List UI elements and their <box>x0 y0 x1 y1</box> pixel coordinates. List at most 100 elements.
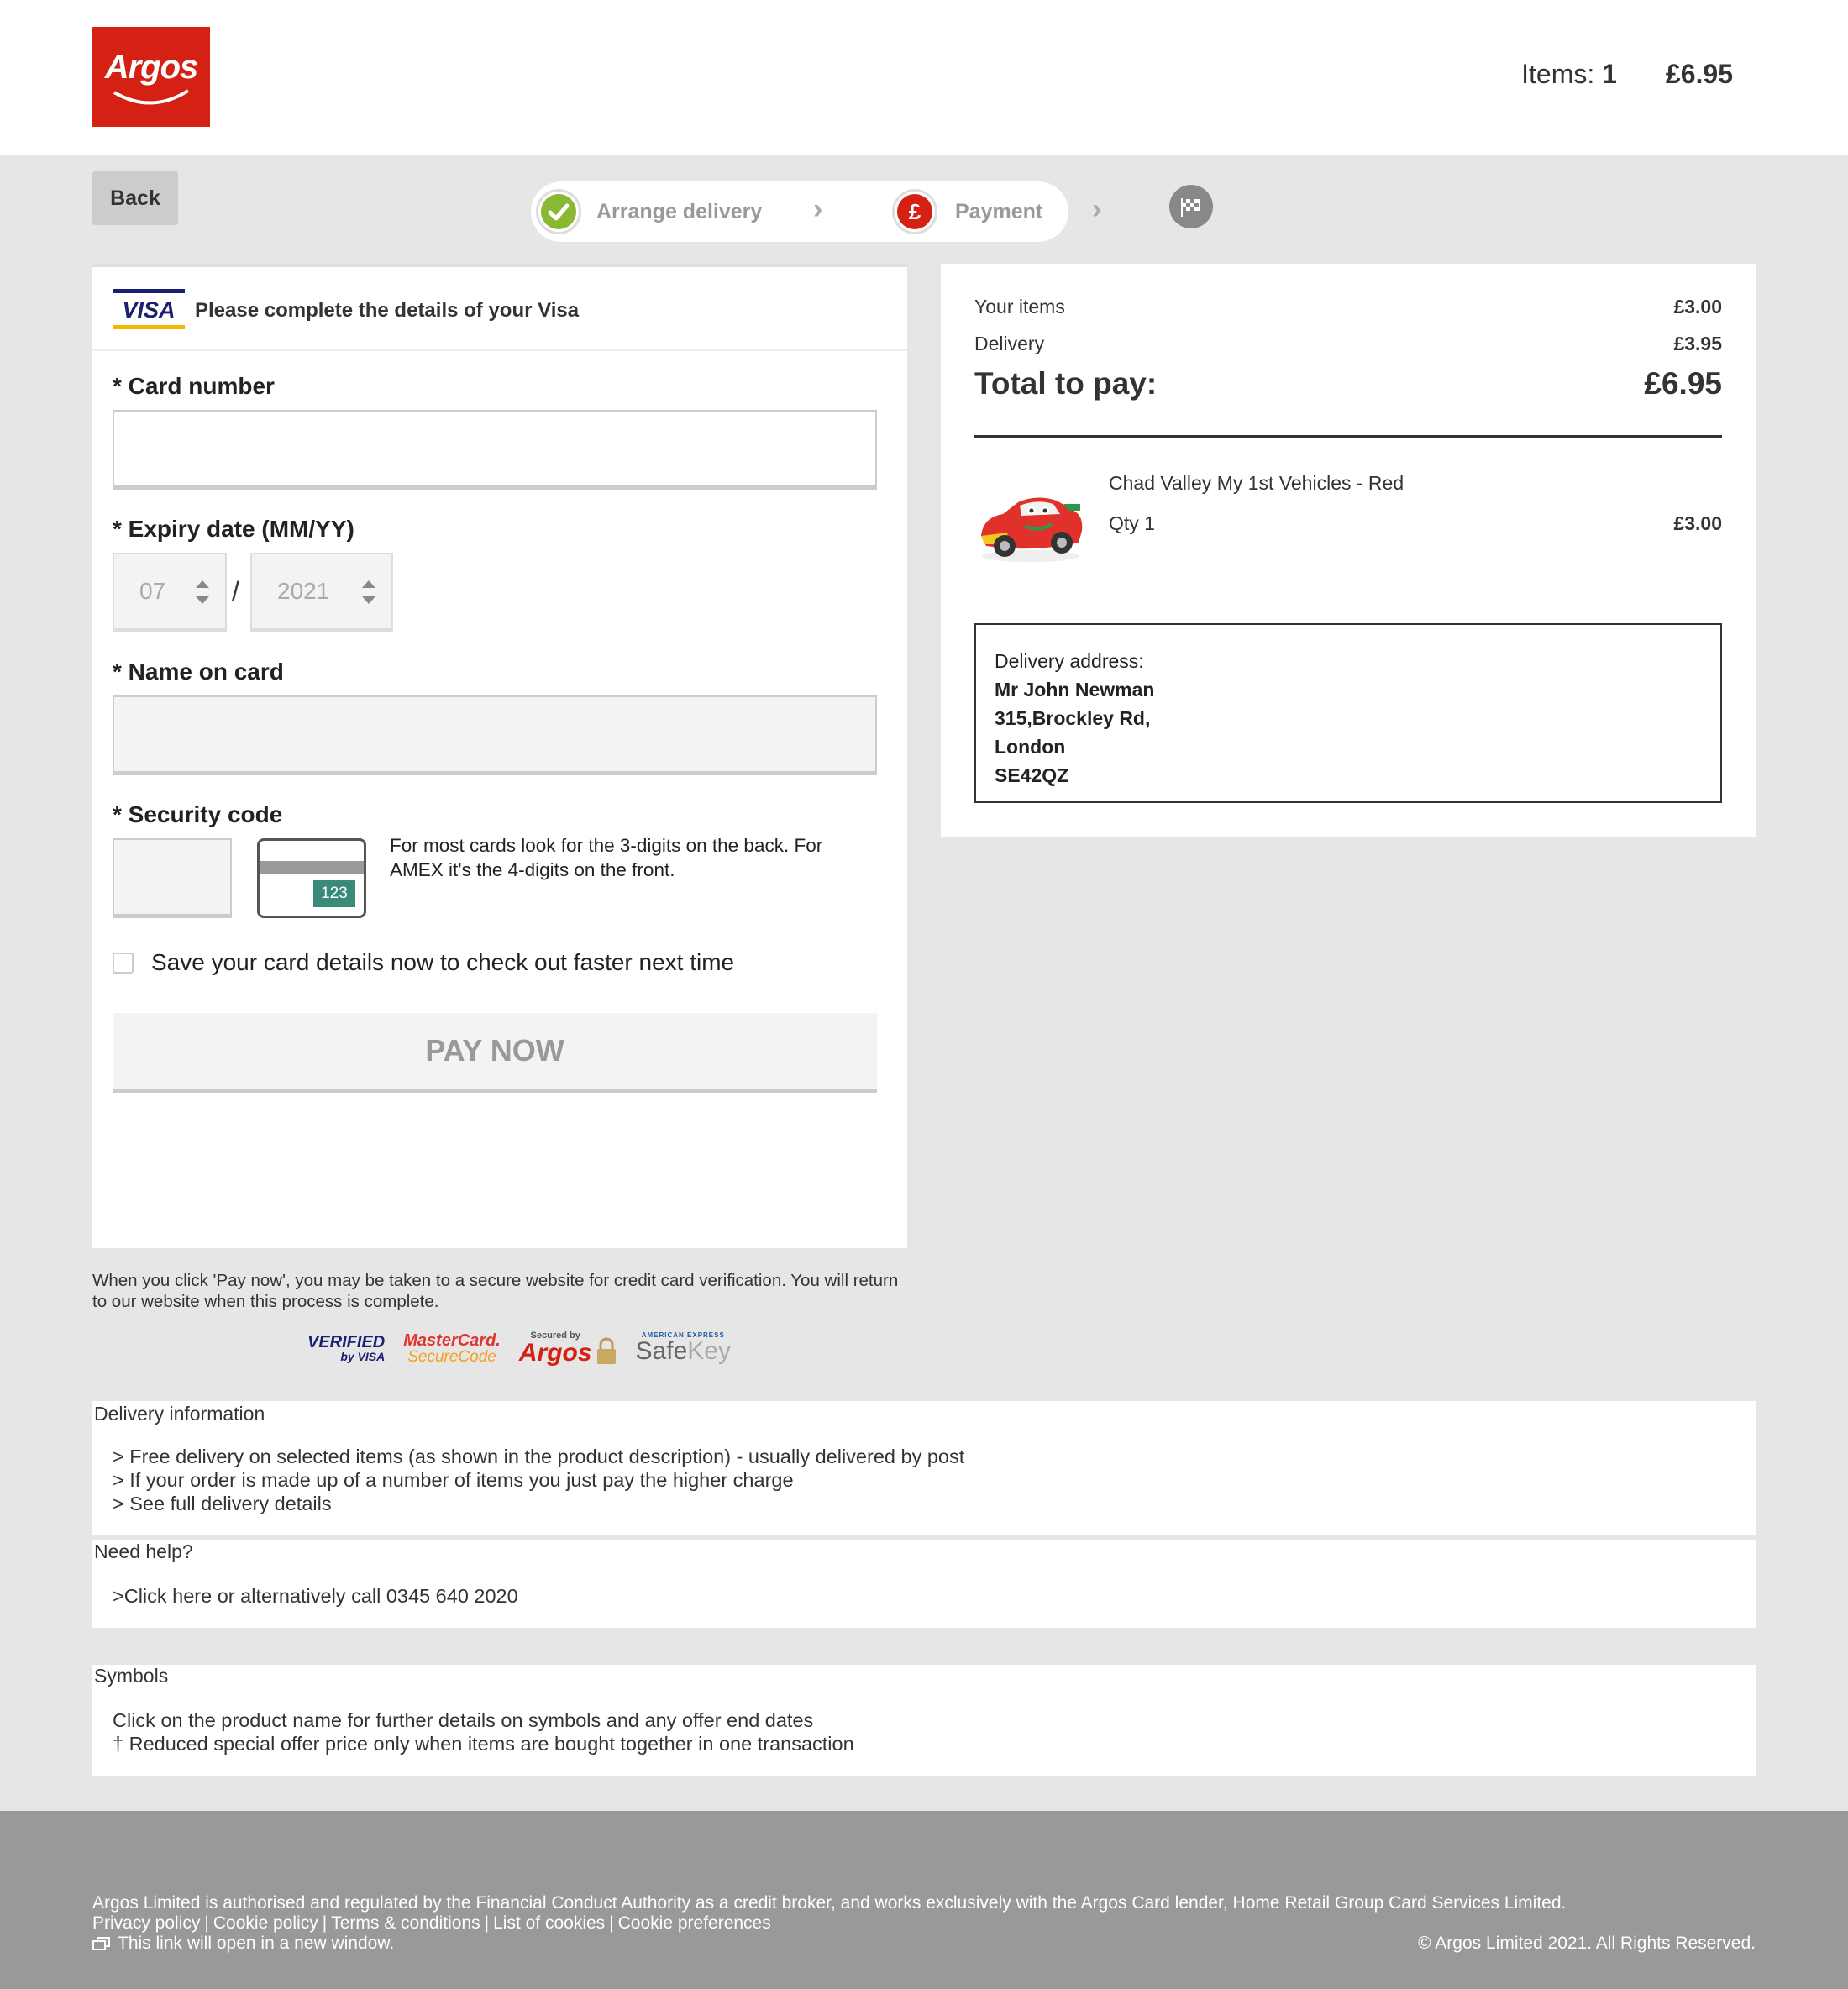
address-line1: 315,Brockley Rd, <box>995 707 1151 729</box>
save-card-label[interactable]: Save your card details now to check out … <box>151 949 734 976</box>
symbols-list: Click on the product name for further de… <box>92 1708 1756 1755</box>
footer-links: Privacy policy | Cookie policy | Terms & con… <box>92 1913 771 1934</box>
expiry-year-value: 2021 <box>277 578 330 604</box>
mastercard-line2: SecureCode <box>407 1347 496 1366</box>
summary-divider <box>974 435 1722 438</box>
delivery-details-link[interactable]: > See full delivery details <box>113 1492 1756 1515</box>
delivery-info-line: > If your order is made up of a number o… <box>113 1469 794 1491</box>
summary-total-row: Total to pay: £6.95 <box>974 366 1722 401</box>
new-window-text: This link will open in a new window. <box>118 1934 395 1953</box>
product-name[interactable]: Chad Valley My 1st Vehicles - Red <box>1109 472 1404 495</box>
mastercard-line1: MasterCard. <box>403 1330 501 1350</box>
address-name: Mr John Newman <box>995 679 1155 701</box>
help-line[interactable]: >Click here or alternatively call 0345 6… <box>92 1584 1756 1608</box>
visa-logo-text: VISA <box>122 297 175 323</box>
address-label: Delivery address: <box>995 650 1144 672</box>
checkout-progress: Arrange delivery › £ Payment <box>531 181 1068 242</box>
basket-summary[interactable]: Items: 1 £6.95 <box>1521 59 1733 90</box>
expiry-separator: / <box>232 576 239 606</box>
summary-delivery-value: £3.95 <box>1673 333 1722 354</box>
stepper-arrows-icon <box>196 580 209 604</box>
payment-form: VISA Please complete the details of your… <box>92 264 907 1248</box>
pay-now-button[interactable]: PAY NOW <box>113 1013 877 1093</box>
padlock-icon <box>596 1337 616 1364</box>
summary-items-value: £3.00 <box>1673 296 1722 318</box>
card-number-input[interactable] <box>113 410 877 490</box>
footer-link-cookie-preferences[interactable]: Cookie preferences <box>618 1913 771 1933</box>
verified-visa-line2: by VISA <box>340 1350 386 1363</box>
argos-logo[interactable]: Argos <box>92 27 210 127</box>
site-header: Argos Items: 1 £6.95 <box>0 0 1848 155</box>
delivery-info-list: > Free delivery on selected items (as sh… <box>92 1445 1756 1515</box>
card-intro-text: Please complete the details of your Visa <box>195 299 580 322</box>
footer-link-terms[interactable]: Terms & conditions <box>331 1913 480 1933</box>
save-card-checkbox[interactable] <box>113 953 134 974</box>
card-cvv-digits: 123 <box>313 880 355 907</box>
verified-by-visa-badge: VERIFIED by VISA <box>307 1334 385 1362</box>
delivery-address: Delivery address: Mr John Newman 315,Bro… <box>974 623 1722 803</box>
secured-by-argos-badge: Secured by Argos <box>518 1330 617 1367</box>
amex-safe-text: Safe <box>635 1337 688 1365</box>
step-arrange-delivery[interactable]: Arrange delivery <box>596 200 762 224</box>
footer-separator: | <box>322 1913 328 1933</box>
name-on-card-input[interactable] <box>113 695 877 775</box>
logo-swoosh-icon <box>113 89 190 105</box>
name-on-card-label: * Name on card <box>113 659 284 685</box>
symbols-line: † Reduced special offer price only when … <box>113 1733 854 1755</box>
symbols-title: Symbols <box>94 1665 169 1687</box>
svg-text:£: £ <box>909 199 921 224</box>
product-qty: Qty 1 <box>1109 512 1155 534</box>
argos-badge-text: Argos <box>518 1338 592 1367</box>
summary-items-row: Your items £3.00 <box>974 296 1722 318</box>
card-stripe <box>260 861 364 874</box>
help-title: Need help? <box>94 1540 193 1562</box>
footer-link-privacy[interactable]: Privacy policy <box>92 1913 200 1933</box>
back-button[interactable]: Back <box>92 171 178 225</box>
footer-link-cookie-policy[interactable]: Cookie policy <box>213 1913 318 1933</box>
security-code-input[interactable] <box>113 838 232 918</box>
security-code-label: * Security code <box>113 801 283 827</box>
amex-safekey-badge: AMERICAN EXPRESS SafeKey <box>636 1332 731 1364</box>
product-price: £3.00 <box>1673 512 1722 534</box>
delivery-info-title: Delivery information <box>94 1403 265 1425</box>
product-image[interactable] <box>974 482 1087 566</box>
mastercard-securecode-badge: MasterCard. SecureCode <box>403 1332 501 1365</box>
summary-total-label: Total to pay: <box>974 366 1158 401</box>
summary-total-value: £6.95 <box>1644 366 1722 401</box>
expiry-month-select[interactable]: 07 <box>113 553 227 632</box>
secure-verification-note: When you click 'Pay now', you may be tak… <box>92 1271 899 1311</box>
chevron-right-icon: › <box>1092 193 1102 225</box>
site-footer: Argos Limited is authorised and regulate… <box>0 1811 1848 1989</box>
card-number-label: * Card number <box>113 373 275 399</box>
step-payment: Payment <box>955 200 1043 223</box>
expiry-year-select[interactable]: 2021 <box>250 553 393 632</box>
check-icon <box>536 189 581 234</box>
new-window-icon <box>92 1937 110 1950</box>
visa-logo-icon: VISA <box>113 289 185 329</box>
basket-items: Items: 1 <box>1521 59 1617 90</box>
finish-flag-icon <box>1169 185 1213 228</box>
expiry-month-value: 07 <box>139 578 166 604</box>
stepper-arrows-icon <box>362 580 375 604</box>
summary-delivery-label: Delivery <box>974 333 1045 354</box>
footer-separator: | <box>609 1913 614 1933</box>
address-city: London <box>995 736 1066 758</box>
security-badges: VERIFIED by VISA MasterCard. SecureCode … <box>307 1327 731 1369</box>
basket-items-label: Items: <box>1521 59 1595 89</box>
panel-torn-edge <box>92 1241 907 1248</box>
footer-separator: | <box>484 1913 490 1933</box>
summary-items-label: Your items <box>974 296 1065 318</box>
pound-icon: £ <box>892 189 937 234</box>
logo-text: Argos <box>104 49 199 86</box>
expiry-label: * Expiry date (MM/YY) <box>113 516 354 542</box>
footer-link-list-of-cookies[interactable]: List of cookies <box>493 1913 605 1933</box>
delivery-info-line: > Free delivery on selected items (as sh… <box>113 1446 965 1467</box>
card-brand-row: VISA Please complete the details of your… <box>92 267 907 351</box>
order-summary: Your items £3.00 Delivery £3.95 Total to… <box>941 264 1756 837</box>
security-code-help: For most cards look for the 3-digits on … <box>390 835 823 880</box>
basket-total: £6.95 <box>1665 59 1733 89</box>
symbols-line: Click on the product name for further de… <box>113 1709 814 1731</box>
card-back-icon: 123 <box>257 838 366 918</box>
basket-items-count: 1 <box>1602 59 1617 89</box>
footer-regulation: Argos Limited is authorised and regulate… <box>92 1893 1567 1913</box>
